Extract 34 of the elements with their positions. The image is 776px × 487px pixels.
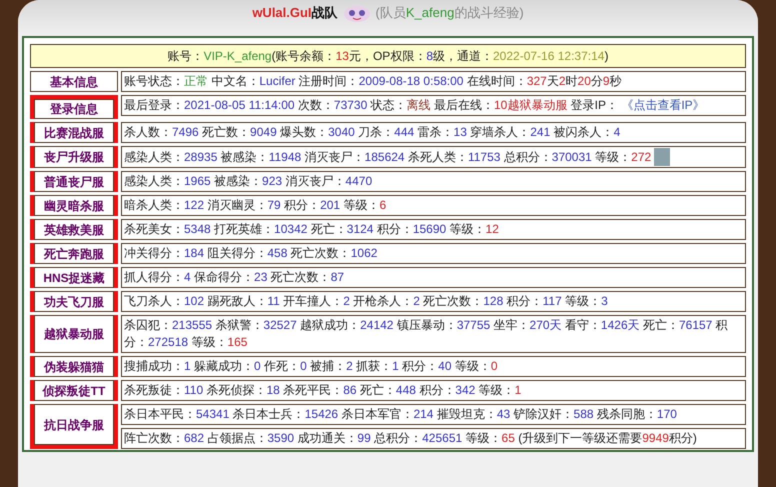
- category-label: 侦探叛徒TT: [34, 380, 114, 401]
- stats-text: 杀死叛徒：110 杀死侦探：18 杀死平民：86 死亡：448 积分：342 等级：1: [124, 382, 522, 399]
- team-title: wUlal.GuI战队: [252, 4, 338, 22]
- stats-text: 杀囚犯：213555 杀狱警：32527 越狱成功：24142 镇压暴动：37755 坐牢：270天 看守：1426天 死亡：76157 积分：272518 等级：165: [124, 317, 729, 351]
- stats-text: 杀死美女：5348 打死英雄：10342 死亡：3124 积分：15690 等级：12: [124, 221, 499, 238]
- stats-text: 搜捕成功：1 躲藏成功：0 作死：0 被捕：2 抓获：1 积分：40 等级：0: [124, 358, 498, 375]
- category-label: 登录信息: [34, 99, 114, 119]
- stats-text: 阵亡次数：682 占领据点：3590 成功通关：99 总积分：425651 等级：65 (升级到下一等级还需要9949积分): [124, 430, 697, 447]
- stats-text: 杀日本平民：54341 杀日本士兵：15426 杀日本军官：214 摧毁坦克：43 铲除汉奸：588 残杀同胞：170: [124, 406, 677, 423]
- stats-text: 感染人类：1965 被感染：923 消灭丧尸：4470: [124, 173, 372, 190]
- category-label: 比赛混战服: [34, 122, 114, 143]
- category-label: 越狱暴动服: [34, 315, 114, 353]
- category-label: 普通丧尸服: [34, 171, 114, 192]
- stats-text: 冲关得分：184 阻关得分：458 死亡次数：1062: [124, 245, 378, 262]
- cartoon-face-icon: [342, 3, 372, 23]
- category-label: 基本信息: [30, 71, 118, 92]
- category-label: 丧尸升级服: [34, 146, 114, 168]
- photo-placeholder: [654, 148, 670, 166]
- stats-text: 最后登录：2021-08-05 11:14:00 次数：73730 状态：离线 最后在线：10越狱暴动服 登录IP： 《点击查看IP》: [124, 97, 705, 114]
- category-label: 伪装躲猫猫: [34, 356, 114, 377]
- category-label: 抗日战争服: [34, 404, 114, 445]
- member-subtitle: (队员K_afeng的战斗经验): [376, 4, 524, 22]
- category-label: 死亡奔跑服: [34, 243, 114, 264]
- category-label: 英雄救美服: [34, 219, 114, 240]
- stats-text: 感染人类：28935 被感染：11948 消灭丧尸：185624 杀死人类：11753 总积分：370031 等级：272: [124, 148, 652, 166]
- category-label: HNS捉迷藏: [34, 267, 114, 288]
- account-header: 账号：VIP-K_afeng(账号余额：13元，OP权限：8级，通道：2022-07-16 12:37:14): [30, 44, 746, 68]
- category-label: 幽灵暗杀服: [34, 195, 114, 216]
- category-label: 功夫飞刀服: [34, 291, 114, 312]
- stats-text: 飞刀杀人：102 踢死敌人：11 开车撞人：2 开枪杀人：2 死亡次数：128 积分：117 等级：3: [124, 293, 608, 310]
- stats-text: 账号状态：正常 中文名：Lucifer 注册时间：2009-08-18 0:58:00 在线时间：327天2时20分9秒: [124, 73, 622, 90]
- stats-text: 杀人数：7496 死亡数：9049 爆头数：3040 刀杀：444 雷杀：13 穿墙杀人：241 被闪杀人：4: [124, 124, 620, 141]
- stats-text: 抓人得分：4 保命得分：23 死亡次数：87: [124, 269, 344, 286]
- stats-text: 暗杀人类：122 消灭幽灵：79 积分：201 等级：6: [124, 197, 386, 214]
